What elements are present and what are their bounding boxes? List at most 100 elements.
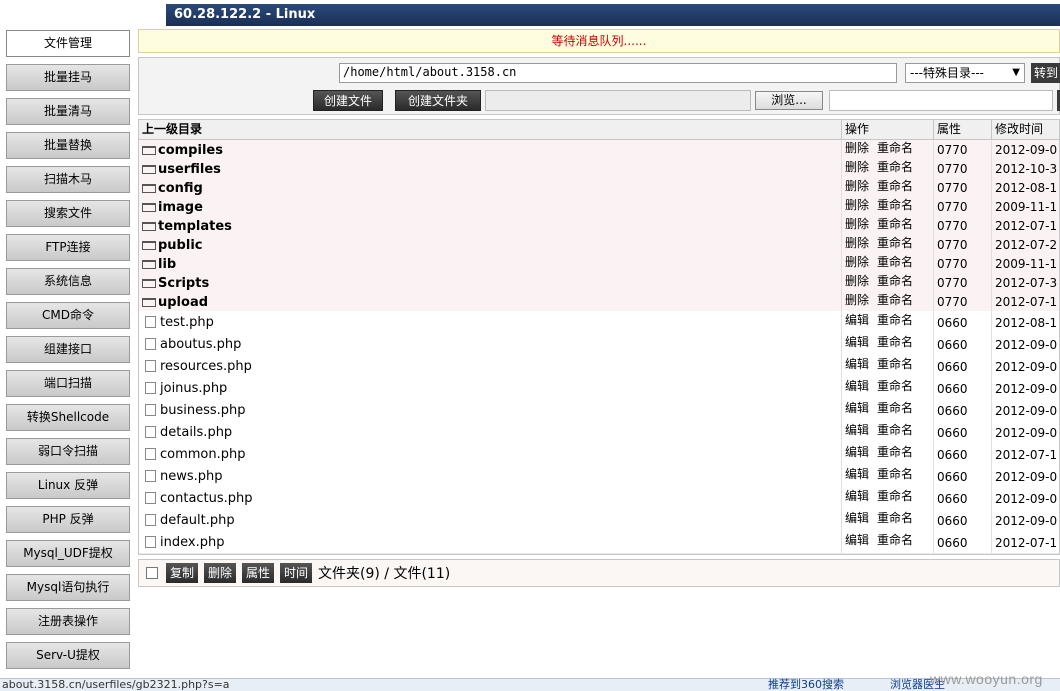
time-cell[interactable]: 2012-07-1 [991, 216, 1059, 235]
rename-link[interactable]: 重命名 [877, 335, 913, 349]
delete-link[interactable]: 删除 [845, 179, 869, 193]
edit-link[interactable]: 编辑 [845, 445, 869, 459]
delete-link[interactable]: 删除 [845, 198, 869, 212]
rename-link[interactable]: 重命名 [877, 217, 913, 231]
delete-link[interactable]: 删除 [845, 217, 869, 231]
rename-link[interactable]: 重命名 [877, 255, 913, 269]
file-link[interactable]: resources.php [160, 359, 252, 374]
sidebar-item[interactable]: FTP连接 [6, 234, 130, 261]
attr-cell[interactable]: 0770 [933, 273, 991, 292]
special-dir-select[interactable]: ---特殊目录--- ▼ [905, 63, 1025, 83]
rename-link[interactable]: 重命名 [877, 313, 913, 327]
time-cell[interactable]: 2012-09-0 [991, 487, 1059, 509]
file-checkbox[interactable] [145, 404, 156, 416]
file-checkbox[interactable] [145, 470, 156, 482]
attr-cell[interactable]: 0770 [933, 292, 991, 311]
dir-link[interactable]: public [158, 238, 202, 253]
time-cell[interactable]: 2012-08-1 [991, 311, 1059, 333]
attr-button[interactable]: 属性 [242, 563, 275, 583]
time-cell[interactable]: 2012-10-3 [991, 159, 1059, 178]
goto-button[interactable]: 转到 [1031, 63, 1060, 83]
edit-link[interactable]: 编辑 [845, 511, 869, 525]
sidebar-item[interactable]: Mysql_UDF提权 [6, 540, 130, 567]
time-cell[interactable]: 2012-07-3 [991, 273, 1059, 292]
file-checkbox[interactable] [145, 514, 156, 526]
file-link[interactable]: joinus.php [160, 381, 227, 396]
sidebar-item[interactable]: 批量替换 [6, 132, 130, 159]
attr-cell[interactable]: 0660 [933, 355, 991, 377]
attr-cell[interactable]: 0770 [933, 235, 991, 254]
time-button[interactable]: 时间 [280, 563, 313, 583]
sidebar-item[interactable]: PHP 反弹 [6, 506, 130, 533]
delete-link[interactable]: 删除 [845, 274, 869, 288]
rename-link[interactable]: 重命名 [877, 236, 913, 250]
time-cell[interactable]: 2012-09-0 [991, 465, 1059, 487]
sidebar-item[interactable]: 扫描木马 [6, 166, 130, 193]
copy-button[interactable]: 复制 [166, 563, 199, 583]
time-cell[interactable]: 2012-07-2 [991, 235, 1059, 254]
delete-link[interactable]: 删除 [845, 293, 869, 307]
time-cell[interactable]: 2012-08-1 [991, 178, 1059, 197]
select-all-checkbox[interactable] [146, 567, 158, 579]
create-file-button[interactable]: 创建文件 [313, 90, 383, 111]
attr-cell[interactable]: 0660 [933, 531, 991, 553]
file-link[interactable]: business.php [160, 403, 246, 418]
file-link[interactable]: details.php [160, 425, 232, 440]
create-folder-button[interactable]: 创建文件夹 [395, 90, 481, 111]
rename-link[interactable]: 重命名 [877, 198, 913, 212]
time-cell[interactable]: 2012-07-1 [991, 531, 1059, 553]
sidebar-item[interactable]: 端口扫描 [6, 370, 130, 397]
sidebar-item[interactable]: Linux 反弹 [6, 472, 130, 499]
delete-button[interactable]: 删除 [204, 563, 237, 583]
attr-cell[interactable]: 0660 [933, 509, 991, 531]
sidebar-item[interactable]: 注册表操作 [6, 608, 130, 635]
rename-link[interactable]: 重命名 [877, 511, 913, 525]
sidebar-item[interactable]: 系统信息 [6, 268, 130, 295]
file-checkbox[interactable] [145, 448, 156, 460]
delete-link[interactable]: 删除 [845, 160, 869, 174]
rename-link[interactable]: 重命名 [877, 533, 913, 547]
sidebar-item[interactable]: CMD命令 [6, 302, 130, 329]
edit-link[interactable]: 编辑 [845, 335, 869, 349]
file-link[interactable]: test.php [160, 315, 214, 330]
rename-link[interactable]: 重命名 [877, 141, 913, 155]
edit-link[interactable]: 编辑 [845, 401, 869, 415]
path-input[interactable]: /home/html/about.3158.cn [339, 63, 897, 83]
sidebar-item[interactable]: 转换Shellcode [6, 404, 130, 431]
file-checkbox[interactable] [145, 426, 156, 438]
edit-link[interactable]: 编辑 [845, 533, 869, 547]
dir-link[interactable]: upload [158, 295, 208, 310]
dir-link[interactable]: image [158, 200, 203, 215]
rename-link[interactable]: 重命名 [877, 401, 913, 415]
time-cell[interactable]: 2012-07-1 [991, 443, 1059, 465]
edit-link[interactable]: 编辑 [845, 379, 869, 393]
parent-dir-link[interactable]: 上一级目录 [139, 120, 841, 139]
file-checkbox[interactable] [145, 536, 156, 548]
sidebar-item[interactable]: 组建接口 [6, 336, 130, 363]
time-cell[interactable]: 2012-09-0 [991, 421, 1059, 443]
time-cell[interactable]: 2012-09-0 [991, 140, 1059, 159]
attr-cell[interactable]: 0660 [933, 399, 991, 421]
attr-cell[interactable]: 0770 [933, 254, 991, 273]
sidebar-item[interactable]: Mysql语句执行 [6, 574, 130, 601]
sidebar-item[interactable]: 批量清马 [6, 98, 130, 125]
rename-link[interactable]: 重命名 [877, 423, 913, 437]
file-link[interactable]: common.php [160, 447, 246, 462]
edit-link[interactable]: 编辑 [845, 357, 869, 371]
file-checkbox[interactable] [145, 338, 156, 350]
recommend-360-link[interactable]: 推荐到360搜索 [768, 679, 844, 691]
dir-link[interactable]: lib [158, 257, 176, 272]
time-cell[interactable]: 2012-09-0 [991, 377, 1059, 399]
edit-link[interactable]: 编辑 [845, 313, 869, 327]
file-link[interactable]: news.php [160, 469, 223, 484]
delete-link[interactable]: 删除 [845, 255, 869, 269]
attr-cell[interactable]: 0770 [933, 140, 991, 159]
attr-cell[interactable]: 0770 [933, 178, 991, 197]
attr-cell[interactable]: 0770 [933, 197, 991, 216]
attr-cell[interactable]: 0660 [933, 465, 991, 487]
rename-link[interactable]: 重命名 [877, 445, 913, 459]
new-name-input[interactable] [485, 90, 751, 111]
time-cell[interactable]: 2012-09-0 [991, 355, 1059, 377]
rename-link[interactable]: 重命名 [877, 379, 913, 393]
dir-link[interactable]: compiles [158, 143, 223, 158]
